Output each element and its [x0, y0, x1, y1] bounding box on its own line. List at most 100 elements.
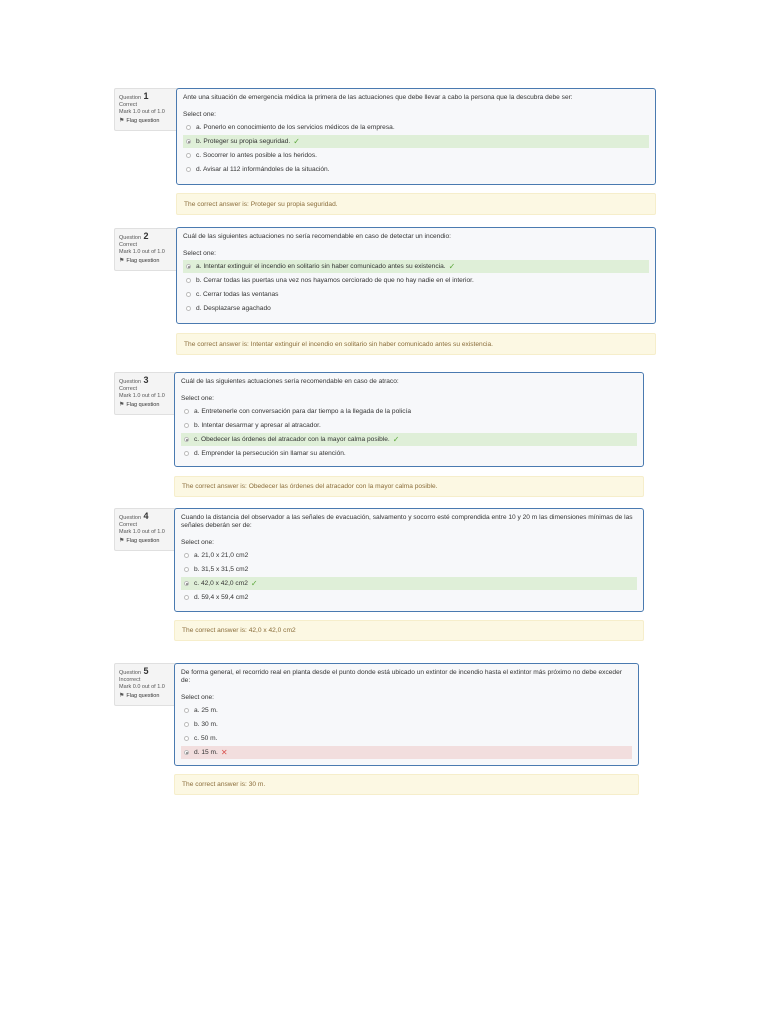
answer-option[interactable]: d. Avisar al 112 informándoles de la sit…	[183, 163, 649, 176]
answer-option-label: c. Obedecer las órdenes del atracador co…	[194, 435, 390, 443]
answer-option[interactable]: a. Intentar extinguir el incendio en sol…	[183, 260, 649, 273]
answer-option[interactable]: c. Obedecer las órdenes del atracador co…	[181, 433, 637, 446]
correct-answer-feedback: The correct answer is: 42,0 x 42,0 cm2	[174, 620, 644, 641]
radio-button[interactable]	[186, 153, 191, 158]
question-text: Cuál de las siguientes actuaciones sería…	[181, 378, 399, 385]
answer-option[interactable]: b. 30 m.	[181, 718, 632, 731]
answer-option-label: b. Intentar desarmar y apresar al atraca…	[194, 421, 321, 429]
select-one-label: Select one:	[181, 539, 214, 546]
question-box: Ante una situación de emergencia médica …	[176, 88, 656, 185]
radio-button[interactable]	[184, 595, 189, 600]
answer-option[interactable]: b. Intentar desarmar y apresar al atraca…	[181, 419, 637, 432]
question-text: Cuál de las siguientes actuaciones no se…	[183, 233, 451, 240]
answer-option-label: c. Cerrar todas las ventanas	[196, 290, 279, 298]
flag-question-link[interactable]: ⚑ Flag question	[119, 258, 175, 265]
radio-button[interactable]	[186, 278, 191, 283]
answer-option-label: d. Emprender la persecución sin llamar s…	[194, 449, 346, 457]
feedback-prefix: The correct answer is:	[184, 340, 251, 348]
question-status: Correct	[119, 522, 138, 528]
radio-button[interactable]	[186, 264, 191, 269]
radio-button[interactable]	[186, 139, 191, 144]
answer-option[interactable]: a. 21,0 x 21,0 cm2	[181, 549, 637, 562]
flag-question-link[interactable]: ⚑ Flag question	[119, 538, 175, 545]
question-box: Cuál de las siguientes actuaciones no se…	[176, 227, 656, 324]
question-info: Question 1 Correct Mark 1.0 out of 1.0 ⚑ Fla…	[114, 88, 180, 131]
answer-option-label: d. Avisar al 112 informándoles de la sit…	[196, 165, 330, 173]
select-one-label: Select one:	[181, 395, 214, 402]
radio-button[interactable]	[186, 167, 191, 172]
answer-option-label: c. Socorrer lo antes posible a los herid…	[196, 151, 317, 159]
answer-option-label: a. 21,0 x 21,0 cm2	[194, 551, 249, 559]
question-info: Question 3 Correct Mark 1.0 out of 1.0 ⚑ Fla…	[114, 372, 180, 415]
question-number: Question 1	[119, 92, 175, 102]
radio-button[interactable]	[184, 722, 189, 727]
flag-question-link[interactable]: ⚑ Flag question	[119, 402, 175, 409]
correct-answer-feedback: The correct answer is: Proteger su propi…	[176, 193, 656, 215]
answer-option[interactable]: c. Cerrar todas las ventanas	[183, 288, 649, 301]
answer-option-label: a. Entretenerle con conversación para da…	[194, 407, 411, 415]
question-label: Question	[119, 379, 142, 385]
answer-option[interactable]: d. Desplazarse agachado	[183, 302, 649, 315]
question-status: Correct	[119, 386, 138, 392]
radio-button[interactable]	[184, 750, 189, 755]
flag-question-label: Flag question	[126, 538, 160, 544]
flag-question-link[interactable]: ⚑ Flag question	[119, 693, 175, 700]
radio-button[interactable]	[184, 437, 189, 442]
question-info: Question 5 Incorrect Mark 0.0 out of 1.0 ⚑ F…	[114, 663, 180, 706]
radio-button[interactable]	[184, 736, 189, 741]
question-box: Cuál de las siguientes actuaciones sería…	[174, 372, 644, 467]
question-label: Question	[119, 95, 142, 101]
answer-option[interactable]: a. Entretenerle con conversación para da…	[181, 405, 637, 418]
question-mark: Mark 1.0 out of 1.0	[119, 393, 165, 399]
answer-option[interactable]: b. Proteger su propia seguridad. ✓	[183, 135, 649, 148]
answer-option[interactable]: b. 31,5 x 31,5 cm2	[181, 563, 637, 576]
question-number: Question 4	[119, 512, 175, 522]
check-icon: ✓	[293, 136, 300, 146]
feedback-answer: 30 m.	[248, 781, 266, 788]
select-one-label: Select one:	[181, 694, 214, 701]
correct-answer-feedback: The correct answer is: 30 m.	[174, 774, 639, 795]
question-label: Question	[119, 235, 142, 241]
radio-button[interactable]	[186, 306, 191, 311]
question-number: Question 2	[119, 231, 175, 242]
flag-question-link[interactable]: ⚑ Flag question	[119, 118, 175, 125]
radio-button[interactable]	[186, 125, 191, 130]
question-box: De forma general, el recorrido real en p…	[174, 663, 639, 766]
select-one-label: Select one:	[183, 250, 216, 257]
radio-button[interactable]	[184, 423, 189, 428]
answer-option[interactable]: c. 42,0 x 42,0 cm2 ✓	[181, 577, 637, 590]
question-number: Question 3	[119, 375, 175, 386]
answer-option[interactable]: d. 15 m. ✕	[181, 746, 632, 759]
select-one-label: Select one:	[183, 111, 216, 118]
feedback-prefix: The correct answer is:	[184, 200, 251, 208]
radio-button[interactable]	[184, 553, 189, 558]
question-mark: Mark 0.0 out of 1.0	[119, 684, 165, 690]
answer-option[interactable]: c. Socorrer lo antes posible a los herid…	[183, 149, 649, 162]
radio-button[interactable]	[184, 451, 189, 456]
radio-button[interactable]	[184, 708, 189, 713]
answer-option[interactable]: a. Ponerlo en conocimiento de los servic…	[183, 121, 649, 134]
answer-option-label: c. 50 m.	[194, 734, 218, 742]
question-number-value: 3	[143, 375, 149, 385]
answer-option-label: b. Proteger su propia seguridad.	[196, 137, 291, 145]
radio-button[interactable]	[184, 581, 189, 586]
question-number-value: 2	[143, 231, 149, 241]
answer-option-label: b. Cerrar todas las puertas una vez nos …	[196, 276, 474, 284]
flag-icon: ⚑	[119, 538, 125, 544]
radio-button[interactable]	[184, 567, 189, 572]
correct-answer-feedback: The correct answer is: Intentar extingui…	[176, 333, 656, 355]
answer-option[interactable]: b. Cerrar todas las puertas una vez nos …	[183, 274, 649, 287]
radio-button[interactable]	[184, 409, 189, 414]
answer-option-label: a. 25 m.	[194, 706, 218, 714]
question-label: Question	[119, 670, 142, 676]
answer-option-label: b. 31,5 x 31,5 cm2	[194, 565, 249, 573]
answer-option[interactable]: c. 50 m.	[181, 732, 632, 745]
question-text: De forma general, el recorrido real en p…	[181, 669, 622, 684]
answer-option[interactable]: d. 59,4 x 59,4 cm2	[181, 591, 637, 604]
radio-button[interactable]	[186, 292, 191, 297]
answer-option[interactable]: d. Emprender la persecución sin llamar s…	[181, 447, 637, 460]
question-text: Ante una situación de emergencia médica …	[183, 94, 573, 101]
answer-option-label: a. Ponerlo en conocimiento de los servic…	[196, 123, 395, 131]
answer-option[interactable]: a. 25 m.	[181, 704, 632, 717]
question-status: Correct	[119, 102, 138, 108]
